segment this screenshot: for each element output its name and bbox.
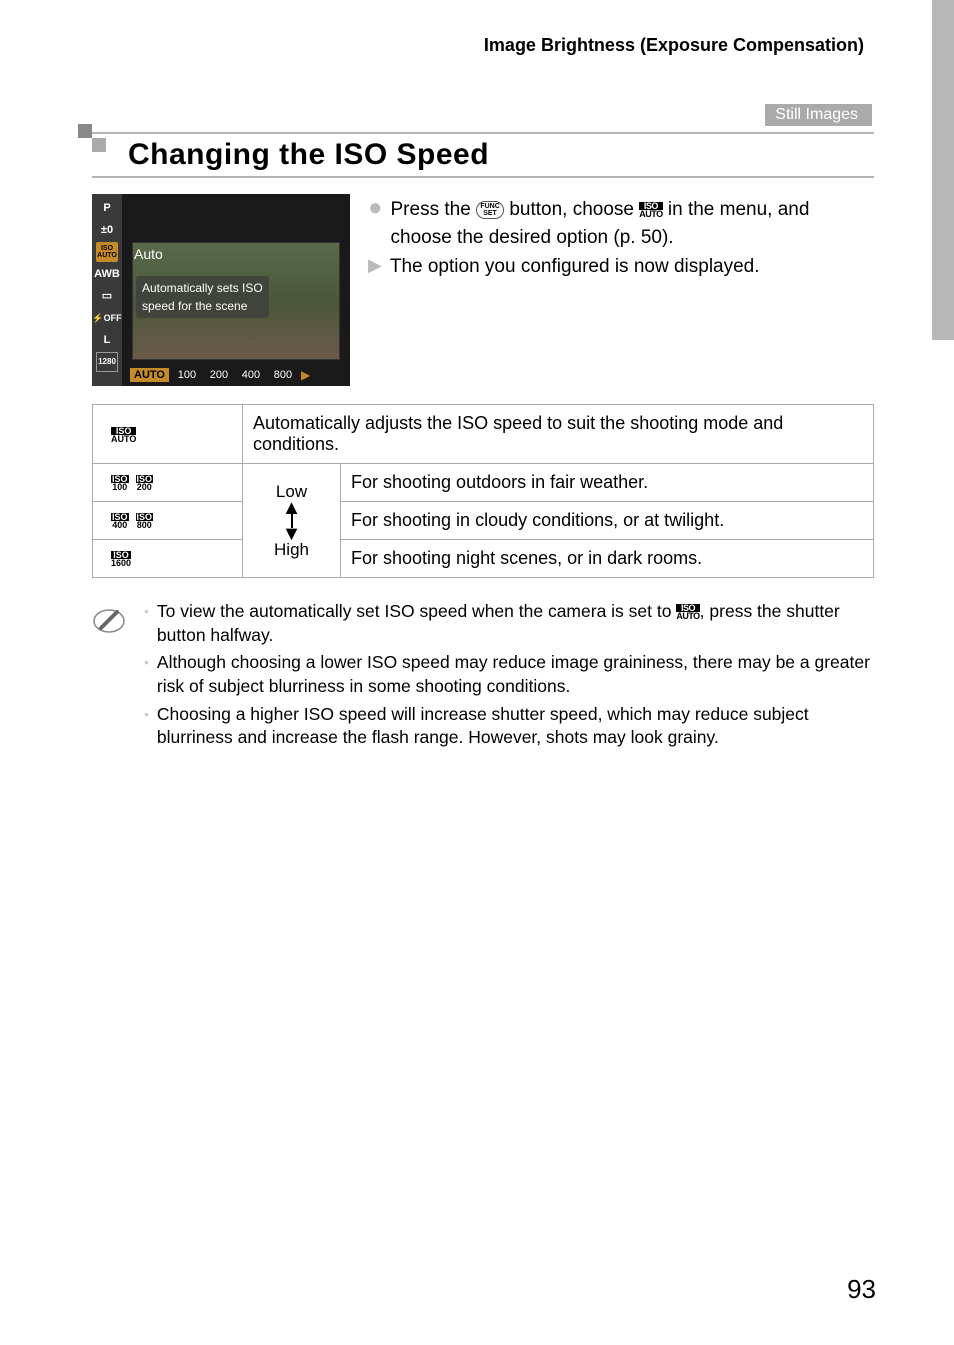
iso-800-icon: ISO800	[136, 513, 154, 529]
section-header: Changing the ISO Speed	[92, 132, 874, 178]
note-2: Although choosing a lower ISO speed may …	[157, 651, 874, 698]
instruction-text-1a: Press the	[391, 199, 477, 220]
pointer-icon: ▶	[368, 253, 382, 281]
metering-icon: ▭	[96, 286, 118, 306]
awb-icon: AWB	[96, 264, 118, 284]
iso-auto-icon: ISOAUTO	[96, 242, 118, 262]
iso-auto-desc: Automatically adjusts the ISO speed to s…	[243, 405, 874, 464]
iso-400-800-cell: ISO400 ISO800	[93, 502, 243, 540]
iso-auto-inline-icon: ISOAUTO	[639, 202, 662, 218]
iso-1600-cell: ISO1600	[93, 540, 243, 578]
iso-auto-chip-icon: ISOAUTO	[111, 427, 136, 443]
iso-400-icon: ISO400	[111, 513, 129, 529]
camera-sidebar: P ±0 ISOAUTO AWB ▭ ⚡OFF L 1280	[92, 194, 122, 386]
table-row: ISO1600 For shooting night scenes, or in…	[93, 540, 874, 578]
notes-block: • To view the automatically set ISO spee…	[92, 600, 874, 754]
note-bullet-icon: •	[144, 703, 149, 750]
high-label: High	[253, 540, 330, 560]
camera-tooltip: Automatically sets ISO speed for the sce…	[136, 276, 269, 318]
camera-auto-label: Auto	[134, 246, 163, 262]
fair-weather-desc: For shooting outdoors in fair weather.	[341, 464, 874, 502]
table-row: ISOAUTO Automatically adjusts the ISO sp…	[93, 405, 874, 464]
note-bullet-icon: •	[144, 600, 149, 647]
iso-800: 800	[269, 369, 297, 381]
mode-p-icon: P	[96, 198, 118, 218]
page-edge-tab	[932, 0, 954, 340]
instruction-text-2: The option you configured is now display…	[390, 253, 760, 281]
iso-auto-note-icon: ISOAUTO	[676, 604, 699, 620]
iso-100-icon: ISO100	[111, 475, 129, 491]
night-desc: For shooting night scenes, or in dark ro…	[341, 540, 874, 578]
func-set-button-icon: FUNCSET	[476, 201, 504, 219]
iso-200: 200	[205, 369, 233, 381]
camera-iso-bar: AUTO 100 200 400 800 ▶	[130, 368, 348, 382]
note-3: Choosing a higher ISO speed will increas…	[157, 703, 874, 750]
down-arrow-icon: ▼	[253, 528, 330, 540]
iso-auto-chip: AUTO	[130, 368, 169, 382]
iso-auto-cell: ISOAUTO	[93, 405, 243, 464]
iso-400: 400	[237, 369, 265, 381]
note-1: To view the automatically set ISO speed …	[157, 600, 874, 647]
pencil-note-icon	[92, 604, 126, 754]
table-row: ISO100 ISO200 Low ▲ ▼ High For shooting …	[93, 464, 874, 502]
iso-table: ISOAUTO Automatically adjusts the ISO sp…	[92, 404, 874, 578]
right-triangle-icon: ▶	[301, 368, 310, 382]
header-corner-icon-2	[92, 138, 106, 152]
bullet-dot-icon: ●	[368, 196, 383, 251]
note-bullet-icon: •	[144, 651, 149, 698]
header-corner-icon	[78, 124, 92, 138]
still-images-badge: Still Images	[765, 104, 872, 126]
instruction-text-1b: button, choose	[509, 199, 639, 220]
cloudy-desc: For shooting in cloudy conditions, or at…	[341, 502, 874, 540]
iso-100-200-cell: ISO100 ISO200	[93, 464, 243, 502]
iso-1600-icon: ISO1600	[111, 551, 131, 567]
up-arrow-icon: ▲	[253, 502, 330, 514]
page-content: Image Brightness (Exposure Compensation)…	[0, 0, 954, 754]
section-title: Changing the ISO Speed	[128, 138, 874, 172]
page-number: 93	[847, 1274, 876, 1305]
instructions: ● Press the FUNCSET button, choose ISOAU…	[368, 194, 874, 386]
size-l-icon: L	[96, 330, 118, 350]
breadcrumb: Image Brightness (Exposure Compensation)	[92, 35, 874, 56]
table-row: ISO400 ISO800 For shooting in cloudy con…	[93, 502, 874, 540]
iso-100: 100	[173, 369, 201, 381]
exposure-comp-icon: ±0	[96, 220, 118, 240]
flash-off-icon: ⚡OFF	[96, 308, 118, 328]
iso-200-icon: ISO200	[136, 475, 154, 491]
badge-row: Still Images	[92, 104, 874, 126]
camera-screen: P ±0 ISOAUTO AWB ▭ ⚡OFF L 1280 Auto Auto…	[92, 194, 350, 386]
low-high-cell: Low ▲ ▼ High	[243, 464, 341, 578]
resolution-icon: 1280	[96, 352, 118, 372]
